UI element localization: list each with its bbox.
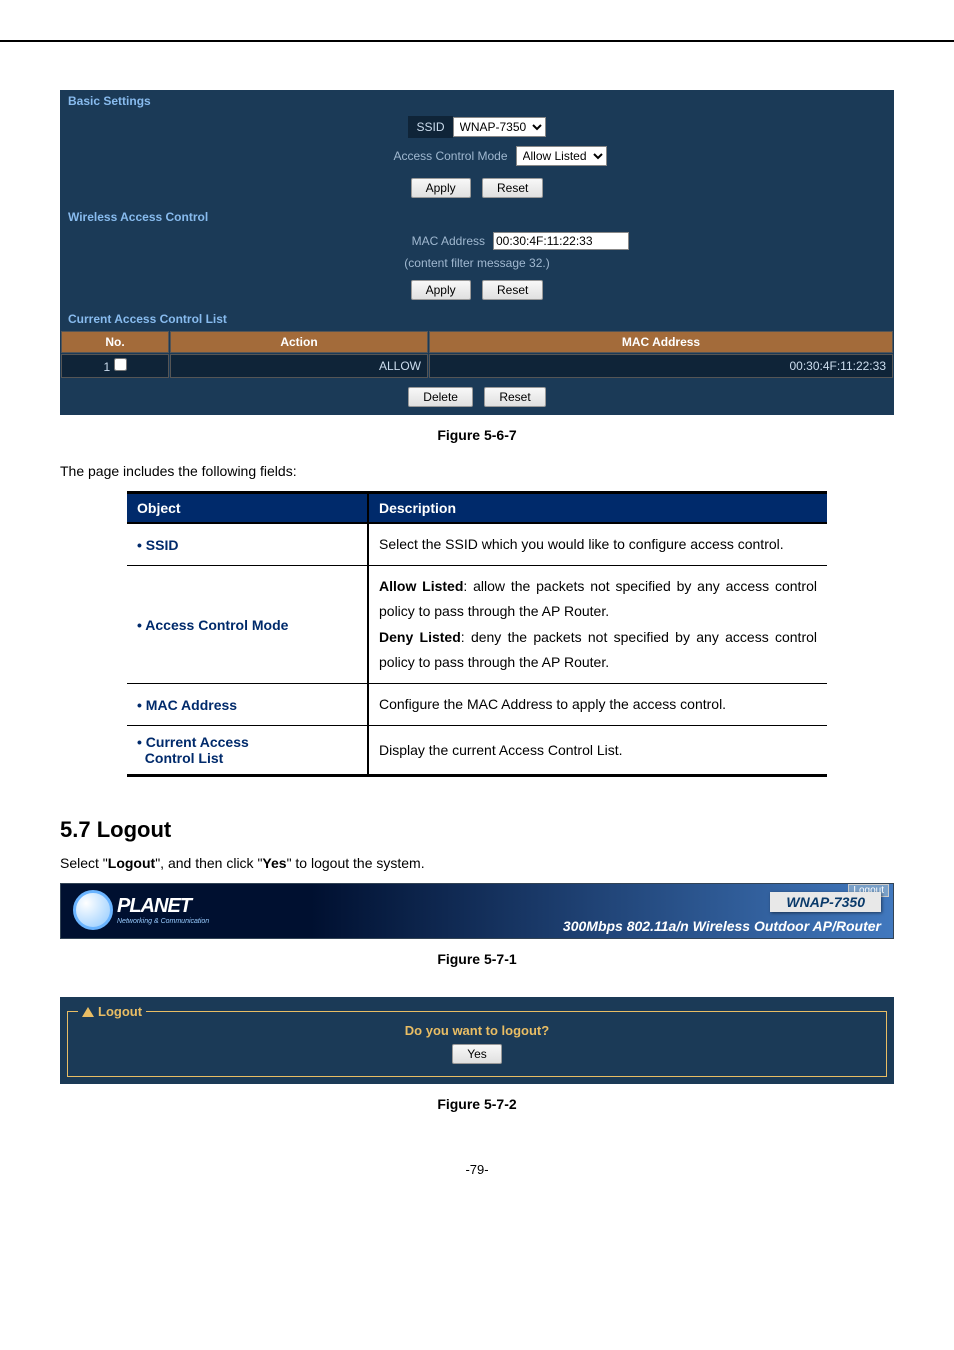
fields-table: Object Description SSID Select the SSID … [127, 491, 827, 777]
wac-reset-button[interactable]: Reset [482, 280, 543, 300]
logout-yes-button[interactable]: Yes [452, 1044, 502, 1064]
current-access-control-list-header: Current Access Control List [60, 308, 894, 330]
ssid-label: SSID [408, 116, 452, 138]
row-action: ALLOW [170, 354, 428, 378]
col-no: No. [61, 331, 169, 353]
brand-name: PLANET [117, 895, 209, 918]
obj-current-access-a: Current Access [137, 734, 249, 750]
header-object: Object [127, 493, 368, 524]
section-5-7-heading: 5.7 Logout [60, 817, 894, 843]
mac-address-input[interactable] [493, 232, 629, 250]
figure-5-7-2-caption: Figure 5-7-2 [60, 1096, 894, 1112]
mac-address-label: MAC Address [325, 234, 493, 248]
logout-question: Do you want to logout? [68, 1023, 886, 1038]
col-mac: MAC Address [429, 331, 893, 353]
allow-listed-label: Allow Listed [379, 578, 463, 594]
obj-mac-address: MAC Address [137, 697, 237, 713]
row-no: 1 [103, 360, 110, 374]
desc-current-access: Display the current Access Control List. [368, 726, 827, 776]
list-reset-button[interactable]: Reset [484, 387, 545, 407]
access-control-mode-select[interactable]: Allow Listed [516, 146, 607, 166]
figure-5-7-1-caption: Figure 5-7-1 [60, 951, 894, 967]
logout-legend: Logout [78, 1004, 146, 1019]
obj-current-access-b: Control List [145, 750, 224, 766]
access-control-table: No. Action MAC Address 1 ALLOW 00:30:4F:… [60, 330, 894, 379]
header-description: Description [368, 493, 827, 524]
wireless-access-control-header: Wireless Access Control [60, 206, 894, 228]
product-banner: PLANET Networking & Communication Logout… [60, 883, 894, 939]
obj-access-control-mode: Access Control Mode [137, 617, 288, 633]
table-row: 1 ALLOW 00:30:4F:11:22:33 [61, 354, 893, 378]
list-delete-button[interactable]: Delete [408, 387, 473, 407]
product-tagline: 300Mbps 802.11a/n Wireless Outdoor AP/Ro… [563, 918, 881, 934]
brand-logo: PLANET Networking & Communication [73, 890, 209, 930]
content-filter-hint: (content filter message 32.) [60, 254, 894, 272]
access-control-mode-label: Access Control Mode [348, 149, 516, 163]
logout-panel: Logout Do you want to logout? Yes [60, 997, 894, 1084]
desc-access-control-mode: Allow Listed: allow the packets not spec… [368, 566, 827, 684]
row-checkbox[interactable] [114, 358, 127, 371]
desc-mac-address: Configure the MAC Address to apply the a… [368, 683, 827, 725]
basic-settings-header: Basic Settings [60, 90, 894, 112]
ssid-select[interactable]: WNAP-7350 [453, 117, 546, 137]
model-label: WNAP-7350 [770, 892, 881, 912]
figure-5-6-7-caption: Figure 5-6-7 [60, 427, 894, 443]
obj-ssid: SSID [137, 537, 178, 553]
brand-tagline: Networking & Communication [117, 918, 209, 925]
row-mac: 00:30:4F:11:22:33 [429, 354, 893, 378]
intro-text: The page includes the following fields: [60, 463, 894, 479]
deny-listed-label: Deny Listed [379, 629, 461, 645]
warning-icon [82, 1007, 94, 1017]
basic-apply-button[interactable]: Apply [411, 178, 471, 198]
wac-apply-button[interactable]: Apply [411, 280, 471, 300]
basic-settings-panel: Basic Settings SSID WNAP-7350 Access Con… [60, 90, 894, 415]
section-5-7-text: Select "Logout", and then click "Yes" to… [60, 855, 894, 871]
basic-reset-button[interactable]: Reset [482, 178, 543, 198]
col-action: Action [170, 331, 428, 353]
desc-ssid: Select the SSID which you would like to … [368, 523, 827, 566]
globe-icon [73, 890, 113, 930]
page-number: -79- [60, 1162, 894, 1177]
